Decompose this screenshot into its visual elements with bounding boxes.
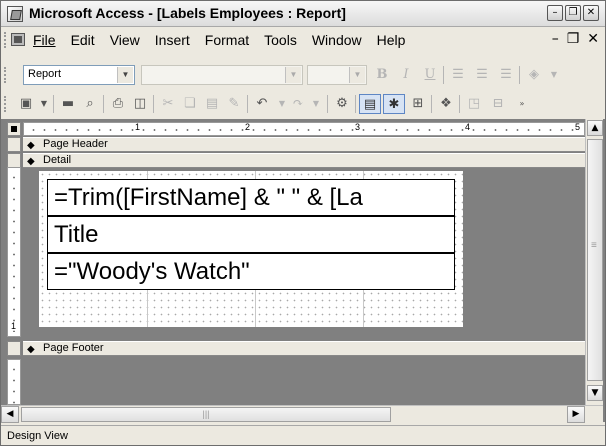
chevron-down-icon[interactable]: ▼	[285, 67, 301, 83]
code-icon[interactable]: ❖	[435, 94, 457, 114]
vertical-scrollbar[interactable]: ▲ ▼	[585, 119, 603, 405]
status-bar: Design View	[1, 425, 605, 445]
paste-icon[interactable]: ▤	[201, 94, 223, 114]
search-icon[interactable]: ⌕	[79, 94, 101, 114]
format-painter-icon[interactable]: ✎	[223, 94, 245, 114]
scroll-up-icon[interactable]: ▲	[587, 120, 603, 136]
font-combo[interactable]: ▼	[141, 65, 303, 85]
window-controls: – ❐ ✕	[547, 5, 599, 21]
underline-icon[interactable]: U	[419, 65, 441, 85]
align-right-icon[interactable]: ☰	[495, 65, 517, 85]
horizontal-scrollbar[interactable]: ◀ ||| ▶	[1, 405, 603, 423]
print-icon[interactable]: ⎙	[107, 94, 129, 114]
doc-minimize-icon[interactable]: –	[552, 31, 559, 47]
doc-close-icon[interactable]: ✕	[587, 31, 599, 47]
horizontal-ruler: 1 2 3 4 5	[23, 122, 585, 136]
document-controls: – ❐ ✕	[552, 31, 599, 47]
access-app-icon[interactable]	[7, 6, 23, 22]
window-title: Microsoft Access - [Labels Employees : R…	[29, 5, 346, 21]
chevron-down-icon[interactable]: ▼	[349, 67, 365, 83]
scroll-down-icon[interactable]: ▼	[587, 385, 603, 401]
report-design-area: 1 2 3 4 5 ◆ Page Header ◆ Detail 1 =Trim…	[1, 119, 605, 423]
scroll-left-icon[interactable]: ◀	[1, 406, 19, 423]
title-textbox[interactable]: Title	[47, 216, 455, 253]
database-window-icon[interactable]: ◳	[463, 94, 485, 114]
page-footer-section[interactable]	[23, 357, 585, 405]
section-arrow-icon: ◆	[27, 156, 35, 167]
chevron-down-icon[interactable]: ▼	[543, 65, 565, 85]
page-footer-band[interactable]: ◆ Page Footer	[23, 341, 585, 356]
copy-icon[interactable]: ❏	[179, 94, 201, 114]
page-footer-selector[interactable]	[7, 341, 21, 356]
status-text: Design View	[7, 430, 68, 442]
section-arrow-icon: ◆	[27, 344, 35, 355]
menu-insert[interactable]: Insert	[155, 32, 190, 48]
fill-color-icon[interactable]: ◈	[523, 65, 545, 85]
menu-view[interactable]: View	[110, 32, 140, 48]
menu-tools[interactable]: Tools	[264, 32, 297, 48]
vertical-ruler-footer	[7, 359, 21, 405]
menu-edit[interactable]: Edit	[71, 32, 95, 48]
vertical-scroll-thumb[interactable]	[587, 139, 603, 381]
report-doc-icon[interactable]	[11, 33, 25, 46]
more-buttons-icon[interactable]: »	[511, 94, 533, 114]
doc-restore-icon[interactable]: ❐	[567, 31, 580, 47]
horizontal-scroll-thumb[interactable]: |||	[21, 407, 391, 422]
minimize-icon[interactable]: –	[547, 5, 563, 21]
restore-icon[interactable]: ❐	[565, 5, 581, 21]
page-header-selector[interactable]	[7, 137, 21, 152]
bold-icon[interactable]: B	[371, 65, 393, 85]
chevron-down-icon[interactable]: ▼	[33, 94, 55, 114]
menu-format[interactable]: Format	[205, 32, 249, 48]
access-window: Microsoft Access - [Labels Employees : R…	[0, 0, 606, 446]
cut-icon[interactable]: ✂	[157, 94, 179, 114]
detail-selector[interactable]	[7, 153, 21, 168]
formatting-toolbar: Report ▼ ▼ ▼ B I U ☰ ☰ ☰ ◈ ▼	[1, 62, 605, 88]
report-selector[interactable]	[7, 122, 21, 136]
section-arrow-icon: ◆	[27, 140, 35, 151]
close-icon[interactable]: ✕	[583, 5, 599, 21]
menu-window[interactable]: Window	[312, 32, 362, 48]
name-textbox[interactable]: =Trim([FirstName] & " " & [La	[47, 179, 455, 216]
field-list-icon[interactable]: ▤	[359, 94, 381, 114]
toolbox-icon[interactable]: ✱	[383, 94, 405, 114]
detail-canvas[interactable]: =Trim([FirstName] & " " & [La Title ="Wo…	[39, 171, 463, 327]
toolbar-grip-icon[interactable]	[4, 32, 7, 48]
vertical-ruler: 1	[7, 167, 21, 337]
chevron-down-icon[interactable]: ▼	[117, 67, 133, 83]
toolbar-grip-icon[interactable]	[4, 96, 7, 112]
print-preview-icon[interactable]: ◫	[129, 94, 151, 114]
align-center-icon[interactable]: ☰	[471, 65, 493, 85]
detail-band[interactable]: ◆ Detail	[23, 153, 585, 168]
new-object-icon[interactable]: ⊟	[487, 94, 509, 114]
report-design-toolbar: ▣ ▼ ▬ ⌕ ⎙ ◫ ✂ ❏ ▤ ✎ ↶ ▼ ↷ ▼ ⚙ ▤ ✱ ⊞ ❖ ◳ …	[1, 91, 605, 117]
menu-bar: File Edit View Insert Format Tools Windo…	[1, 28, 605, 52]
page-header-band[interactable]: ◆ Page Header	[23, 137, 585, 152]
object-combo[interactable]: Report ▼	[23, 65, 135, 85]
font-size-combo[interactable]: ▼	[307, 65, 367, 85]
save-icon[interactable]: ▬	[57, 94, 79, 114]
toolbar-grip-icon[interactable]	[4, 67, 7, 83]
menu-file[interactable]: File	[33, 32, 56, 48]
undo-icon[interactable]: ↶	[251, 94, 273, 114]
company-textbox[interactable]: ="Woody's Watch"	[47, 253, 455, 290]
italic-icon[interactable]: I	[395, 65, 417, 85]
align-left-icon[interactable]: ☰	[447, 65, 469, 85]
title-bar[interactable]: Microsoft Access - [Labels Employees : R…	[1, 1, 605, 27]
scroll-right-icon[interactable]: ▶	[567, 406, 585, 423]
properties-icon[interactable]: ⊞	[407, 94, 429, 114]
sorting-grouping-icon[interactable]: ⚙	[331, 94, 353, 114]
chevron-down-icon[interactable]: ▼	[305, 94, 327, 114]
menu-help[interactable]: Help	[377, 32, 406, 48]
